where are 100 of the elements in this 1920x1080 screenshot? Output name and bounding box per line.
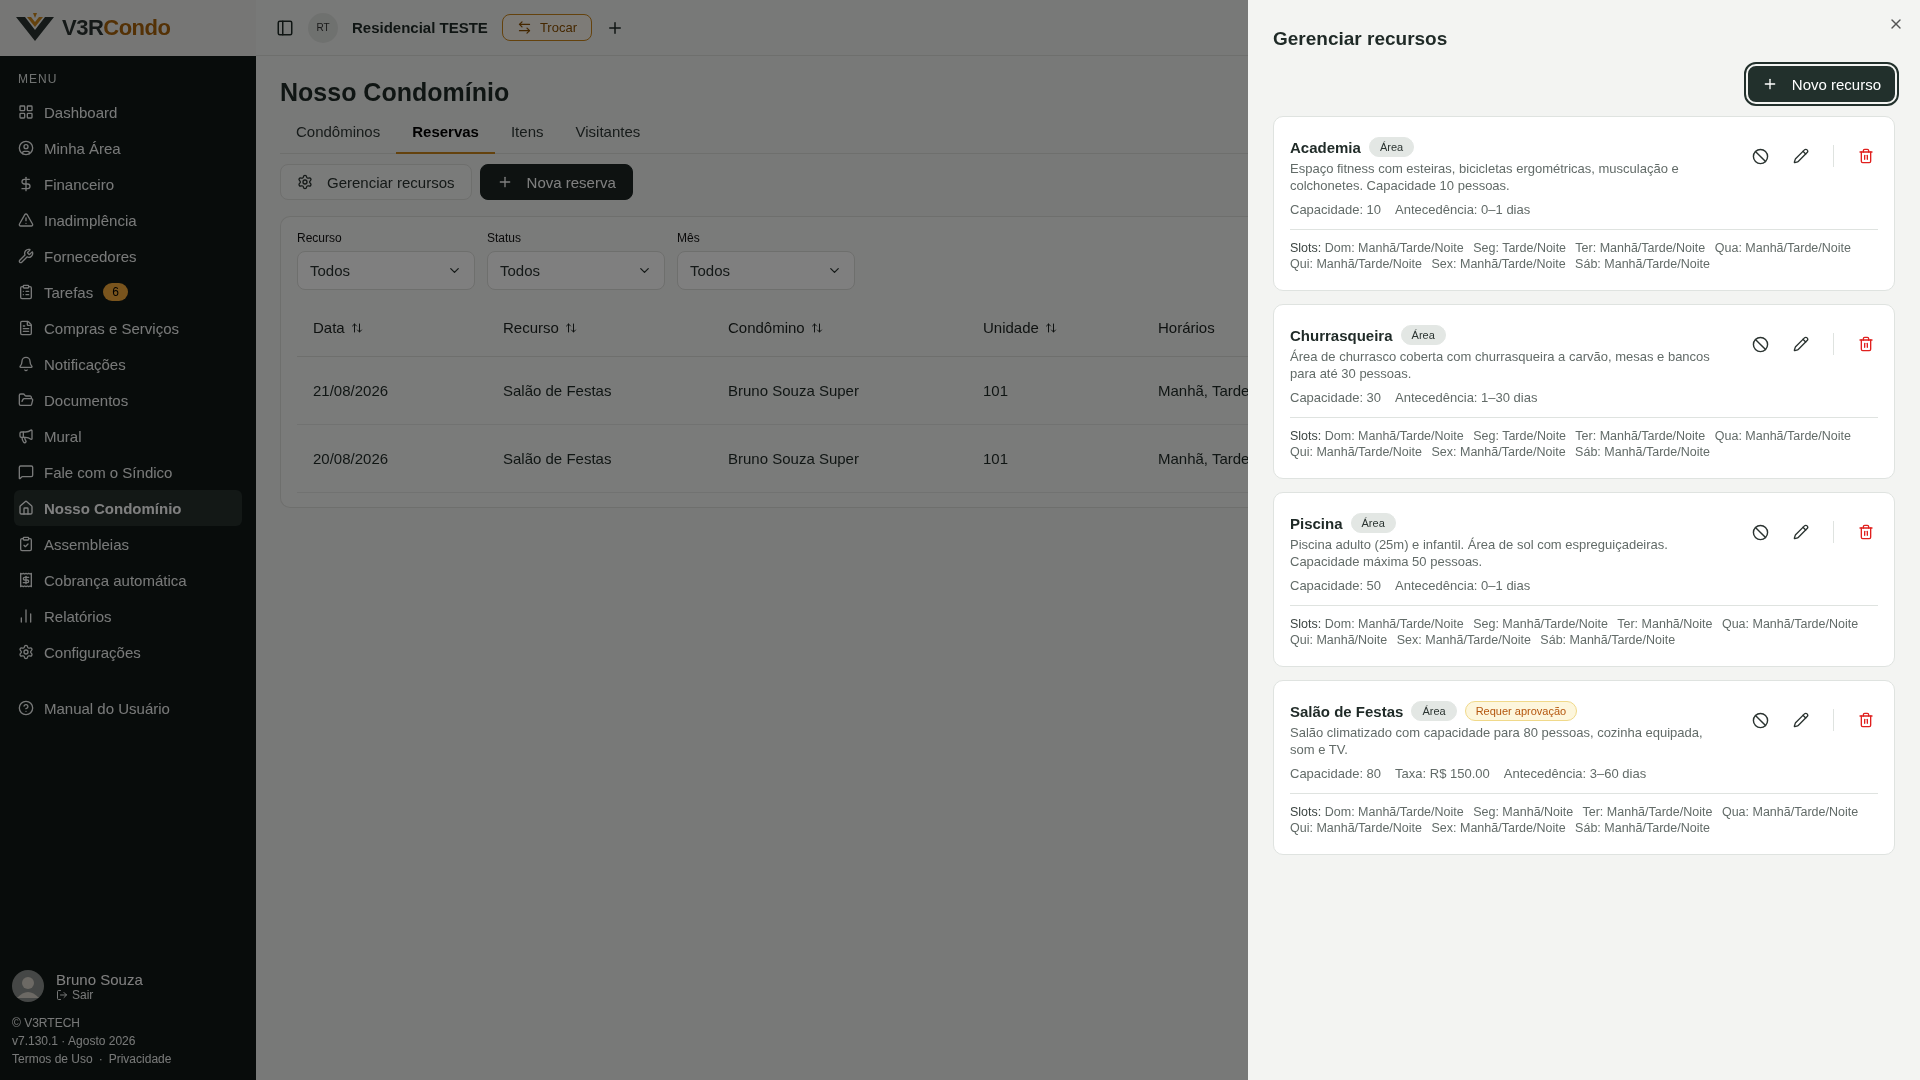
sidebar-item[interactable]: Fornecedores: [14, 238, 242, 274]
tab[interactable]: Itens: [494, 117, 560, 154]
ban-icon: [1752, 147, 1769, 165]
sidebar-toggle-icon[interactable]: [276, 18, 294, 37]
table-cell: Bruno Souza Super: [728, 381, 859, 399]
table-cell: Manhã, Tarde: [1158, 381, 1248, 399]
type-tag: Área: [1411, 701, 1457, 721]
nav-icon: [18, 536, 34, 552]
resource-description: Salão climatizado com capacidade para 80 pessoas, cozinha equipada, som e TV.: [1290, 724, 1704, 758]
column-header[interactable]: Condômino: [728, 319, 823, 337]
help-icon: [18, 700, 34, 716]
nav-icon: [18, 644, 34, 660]
filter-select[interactable]: Todos: [487, 251, 665, 290]
sidebar-item[interactable]: Configurações: [14, 634, 242, 670]
nav-icon: [18, 320, 34, 336]
trash-icon: [1858, 712, 1874, 728]
nav-icon: [18, 392, 34, 408]
sidebar-item[interactable]: Compras e Serviços: [14, 310, 242, 346]
resource-name: Salão de Festas: [1290, 702, 1404, 720]
footer-link[interactable]: Privacidade: [108, 1052, 172, 1066]
switch-button[interactable]: Trocar: [501, 14, 592, 41]
table-cell: Manhã, Tarde: [1158, 449, 1248, 467]
filter-select[interactable]: Todos: [297, 251, 475, 290]
disable-button[interactable]: [1752, 711, 1769, 729]
ban-icon: [1752, 711, 1769, 729]
settings-icon: [297, 174, 313, 190]
disable-button[interactable]: [1752, 335, 1769, 353]
edit-button[interactable]: [1793, 336, 1809, 352]
slots-text: Slots: Dom: Manhã/Tarde/Noite Seg: Tarde/Noite Ter: Manhã/Tarde/Noite Qua: Manhã/Tarde/Noite Qui: Manhã/Tarde/Noite Sex: Manhã/Tarde/Noite Sáb: Manhã/Tarde/Noite: [1290, 240, 1852, 272]
manage-resources-button[interactable]: Gerenciar recursos: [280, 164, 472, 200]
sidebar-item[interactable]: Financeiro: [14, 166, 242, 202]
sidebar-item[interactable]: Dashboard: [14, 94, 242, 130]
column-header[interactable]: Unidade: [983, 319, 1057, 337]
table-cell: 101: [983, 449, 1009, 467]
sidebar-item[interactable]: Assembleias: [14, 526, 242, 562]
nav-icon: [18, 284, 34, 300]
nav-icon: [18, 608, 34, 624]
resource-detail: Antecedência: 0–1 dias: [1395, 202, 1531, 217]
sidebar-item[interactable]: Fale com o Síndico: [14, 454, 242, 490]
resource-detail: Antecedência: 1–30 dias: [1395, 390, 1538, 405]
new-resource-button[interactable]: Novo recurso: [1745, 64, 1897, 104]
resource-description: Espaço fitness com esteiras, bicicletas ergométricas, musculação e colchonetes. Capacidade 10 pessoas.: [1290, 160, 1680, 194]
ban-icon: [1752, 335, 1769, 353]
filter-label: Mês: [677, 231, 701, 245]
logout-link[interactable]: Sair: [56, 987, 143, 1002]
user-name: Bruno Souza: [56, 970, 143, 988]
sidebar-item[interactable]: Notificações: [14, 346, 242, 382]
resource-detail: Capacidade: 10: [1290, 202, 1382, 217]
filter-select[interactable]: Todos: [677, 251, 855, 290]
sidebar-item[interactable]: Documentos: [14, 382, 242, 418]
delete-button[interactable]: [1858, 336, 1874, 352]
resource-description: Piscina adulto (25m) e infantil. Área de sol com espreguiçadeiras. Capacidade máxima 50 pessoas.: [1290, 536, 1669, 570]
nav-icon: [18, 212, 34, 228]
nav-icon: [18, 176, 34, 192]
sort-icon: [350, 321, 363, 334]
footer-link[interactable]: Termos de Uso: [12, 1052, 93, 1066]
approval-tag: Requer aprovação: [1464, 701, 1578, 721]
disable-button[interactable]: [1752, 147, 1769, 165]
nav-icon: [18, 464, 34, 480]
delete-button[interactable]: [1858, 148, 1874, 164]
column-header[interactable]: Recurso: [503, 319, 577, 337]
edit-button[interactable]: [1793, 524, 1809, 540]
copyright-text: © V3RTECH: [12, 1016, 81, 1030]
new-reservation-button[interactable]: Nova reserva: [479, 164, 633, 200]
nav-icon: [18, 104, 34, 120]
edit-button[interactable]: [1793, 712, 1809, 728]
nav-icon: [18, 248, 34, 264]
sort-icon: [810, 321, 823, 334]
resource-name: Piscina: [1290, 514, 1343, 532]
edit-button[interactable]: [1793, 148, 1809, 164]
sidebar-item[interactable]: Nosso Condomínio: [14, 490, 242, 526]
pencil-icon: [1793, 712, 1809, 728]
tab[interactable]: Condôminos: [280, 117, 397, 154]
page-title: Nosso Condomínio: [280, 78, 511, 107]
pencil-icon: [1793, 148, 1809, 164]
filter-label: Recurso: [297, 231, 343, 245]
sidebar-item[interactable]: Mural: [14, 418, 242, 454]
ban-icon: [1752, 523, 1769, 541]
delete-button[interactable]: [1858, 712, 1874, 728]
column-header[interactable]: Data: [313, 319, 363, 337]
slots-text: Slots: Dom: Manhã/Tarde/Noite Seg: Manhã/Noite Ter: Manhã/Tarde/Noite Qua: Manhã/Tarde/Noite Qui: Manhã/Tarde/Noite Sex: Manhã/Tarde/Noite Sáb: Manhã/Tarde/Noite: [1290, 804, 1860, 836]
sidebar-item[interactable]: Cobrança automática: [14, 562, 242, 598]
sidebar-item[interactable]: Manual do Usuário: [14, 690, 242, 726]
nav-icon: [18, 572, 34, 588]
delete-button[interactable]: [1858, 524, 1874, 540]
sidebar-item[interactable]: Minha Área: [14, 130, 242, 166]
disable-button[interactable]: [1752, 523, 1769, 541]
table-cell: Salão de Festas: [503, 449, 612, 467]
pencil-icon: [1793, 336, 1809, 352]
tab[interactable]: Reservas: [396, 117, 495, 154]
tab[interactable]: Visitantes: [559, 117, 657, 154]
slots-text: Slots: Dom: Manhã/Tarde/Noite Seg: Tarde/Noite Ter: Manhã/Tarde/Noite Qua: Manhã/Tarde/Noite Qui: Manhã/Tarde/Noite Sex: Manhã/Tarde/Noite Sáb: Manhã/Tarde/Noite: [1290, 428, 1852, 460]
logout-icon: [56, 988, 68, 1001]
avatar-icon: [12, 970, 44, 1002]
sidebar-item[interactable]: Relatórios: [14, 598, 242, 634]
resource-detail: Antecedência: 3–60 dias: [1503, 766, 1647, 781]
sidebar-item[interactable]: Tarefas 6: [14, 274, 242, 310]
type-tag: Área: [1368, 137, 1415, 157]
sidebar-item[interactable]: Inadimplência: [14, 202, 242, 238]
table-cell: 20/08/2026: [313, 449, 389, 467]
